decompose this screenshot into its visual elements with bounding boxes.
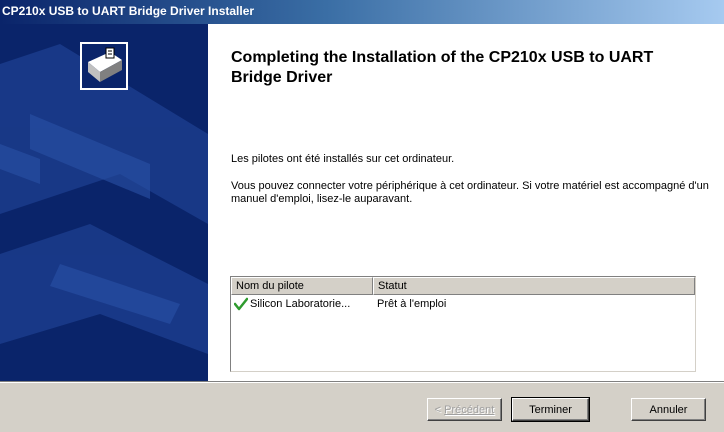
column-header-status[interactable]: Statut — [373, 277, 695, 295]
window-title: CP210x USB to UART Bridge Driver Install… — [2, 4, 255, 18]
wizard-footer: < Précédent Terminer Annuler — [0, 383, 724, 432]
driver-list-header: Nom du pilote Statut — [231, 277, 695, 295]
column-header-driver-name[interactable]: Nom du pilote — [231, 277, 373, 295]
checkmark-icon — [234, 297, 248, 311]
page-heading: Completing the Installation of the CP210… — [231, 49, 654, 86]
driver-list-row[interactable]: Silicon Laboratorie... Prêt à l'emploi — [231, 296, 695, 312]
installer-wizard-icon — [80, 42, 128, 90]
back-button[interactable]: < Précédent — [427, 398, 502, 421]
title-bar[interactable]: CP210x USB to UART Bridge Driver Install… — [0, 0, 724, 24]
wizard-content: Completing the Installation of the CP210… — [208, 24, 724, 381]
back-button-prefix: < — [434, 403, 445, 416]
driver-list[interactable]: Nom du pilote Statut Silicon Laboratorie… — [230, 276, 696, 372]
cancel-button[interactable]: Annuler — [631, 398, 706, 421]
wizard-side-panel — [0, 24, 208, 381]
driver-status: Prêt à l'emploi — [377, 298, 447, 310]
finish-button[interactable]: Terminer — [511, 397, 590, 422]
back-button-label: Précédent — [444, 403, 495, 416]
connect-device-text: Vous pouvez connecter votre périphérique… — [231, 180, 709, 205]
driver-name: Silicon Laboratorie... — [250, 298, 351, 310]
drivers-installed-text: Les pilotes ont été installés sur cet or… — [231, 153, 455, 165]
